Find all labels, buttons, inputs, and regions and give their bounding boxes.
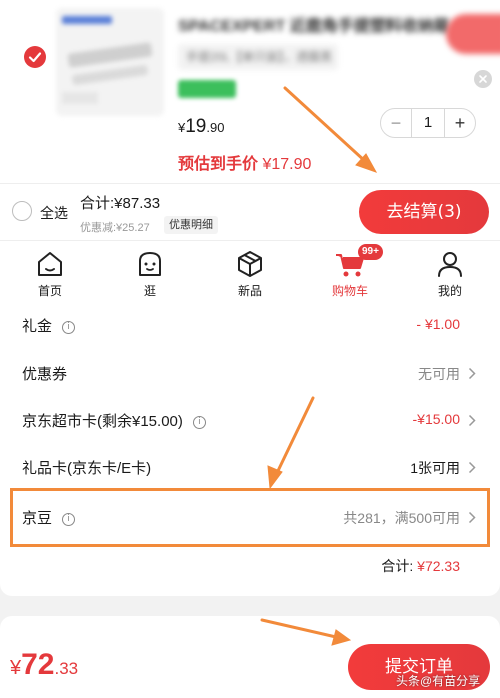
tab-new[interactable]: 新品 <box>200 241 300 300</box>
option-row-cash-gift[interactable]: 礼金 i - ¥1.00 <box>0 302 500 348</box>
select-all-label[interactable]: 全选 <box>40 203 68 223</box>
info-icon[interactable]: i <box>192 415 206 429</box>
checkout-button[interactable]: 去结算(3) <box>359 190 489 234</box>
option-row-coupon[interactable]: 优惠券 无可用 <box>0 350 500 396</box>
promo-badge <box>178 80 236 98</box>
tab-home[interactable]: 首页 <box>0 241 100 300</box>
item-selected-checkbox[interactable] <box>24 46 46 68</box>
close-icon[interactable] <box>474 70 492 88</box>
info-icon[interactable]: i <box>62 320 76 334</box>
decrease-quantity-button[interactable]: − <box>381 109 411 137</box>
option-label: 京东超市卡(剩余¥15.00) <box>22 413 183 430</box>
quantity-input[interactable]: 1 <box>411 109 445 137</box>
tab-browse[interactable]: 逛 <box>100 241 200 300</box>
option-label: 优惠券 <box>22 366 68 383</box>
tab-new-label: 新品 <box>237 284 262 298</box>
option-label: 礼金 <box>22 318 53 335</box>
product-price: ¥19.90 <box>178 116 225 137</box>
product-title[interactable]: SPACEXPERT 近鹿角手提塑料收纳箱 <box>178 12 478 36</box>
discount-detail-button[interactable]: 优惠明细 <box>164 216 218 234</box>
bottom-tab-bar: 首页 逛 新品 99+ 购物车 我的 <box>0 240 500 300</box>
tab-browse-label: 逛 <box>143 284 156 298</box>
checkmark-icon <box>28 52 42 63</box>
product-thumbnail[interactable] <box>56 8 164 116</box>
promo-corner-tag <box>446 14 500 54</box>
chevron-right-icon <box>468 461 476 474</box>
quantity-stepper: − 1 + <box>380 108 476 138</box>
chevron-right-icon <box>468 414 476 427</box>
option-value: - ¥1.00 <box>416 316 460 332</box>
option-value: 1张可用 <box>410 460 460 476</box>
chevron-right-icon <box>468 367 476 380</box>
cart-count-badge: 99+ <box>358 244 383 260</box>
tab-home-label: 首页 <box>37 284 62 298</box>
discount-amount: 优惠减:¥25.27 <box>80 222 150 234</box>
payable-amount: ¥72.33 <box>10 648 79 681</box>
option-row-supermarket-card[interactable]: 京东超市卡(剩余¥15.00) i -¥15.00 <box>0 397 500 443</box>
product-spec-selector[interactable]: 手提20L【单只装】，透膜黑 <box>178 44 338 70</box>
watermark: 头条@有苗分享 <box>396 674 481 688</box>
select-all-checkbox[interactable] <box>12 201 32 221</box>
user-icon <box>438 252 462 277</box>
tab-mine[interactable]: 我的 <box>400 241 500 300</box>
increase-quantity-button[interactable]: + <box>445 109 475 137</box>
option-row-gift-card[interactable]: 礼品卡(京东卡/E卡) 1张可用 <box>0 444 500 490</box>
option-value: 无可用 <box>418 366 460 382</box>
checkout-bar: 全选 合计:¥87.33 优惠减:¥25.27 优惠明细 去结算(3) <box>0 183 500 240</box>
cart-total: 合计:¥87.33 <box>80 195 161 212</box>
box-icon <box>238 251 262 277</box>
tab-cart[interactable]: 99+ 购物车 <box>300 241 400 300</box>
tab-cart-label: 购物车 <box>331 284 368 298</box>
tab-mine-label: 我的 <box>437 284 462 298</box>
order-subtotal: 合计: ¥72.33 <box>381 558 460 574</box>
cart-item-card: SPACEXPERT 近鹿角手提塑料收纳箱 手提20L【单只装】，透膜黑 ¥19… <box>0 0 500 183</box>
option-label: 礼品卡(京东卡/E卡) <box>22 460 152 477</box>
estimated-price: 预估到手价 ¥17.90 <box>178 156 312 173</box>
face-icon <box>139 252 161 276</box>
annotation-highlight-box <box>10 488 490 547</box>
home-icon <box>38 252 62 276</box>
option-value: -¥15.00 <box>412 411 460 427</box>
